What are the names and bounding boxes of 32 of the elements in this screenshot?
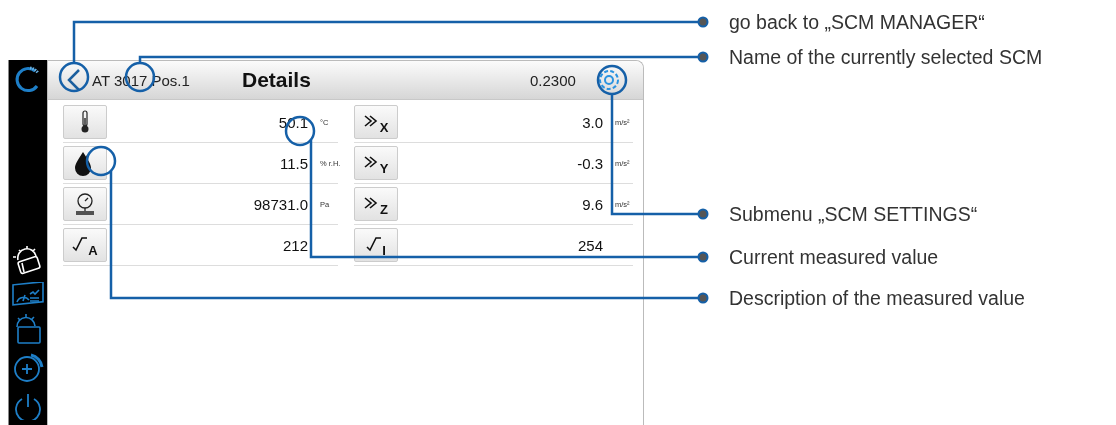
sensor-button[interactable]: Y <box>354 146 398 180</box>
measured-value: 9.6 <box>581 195 603 213</box>
measured-value: 254 <box>576 236 603 254</box>
sensor-button[interactable]: A <box>63 228 107 262</box>
measured-value: -0.3 <box>576 154 603 172</box>
double-chevron-icon <box>363 155 380 171</box>
gear-device-icon[interactable] <box>12 244 44 276</box>
double-chevron-icon <box>364 196 380 212</box>
gauge-chart-icon[interactable] <box>12 282 44 308</box>
pressure-gauge-icon <box>73 192 97 216</box>
add-circle-icon[interactable] <box>12 352 44 384</box>
check-icon <box>72 237 89 253</box>
sensor-button[interactable]: I <box>354 228 398 262</box>
annotation-label: Name of the currently selected SCM <box>729 45 1043 69</box>
screen-title: Details <box>242 68 312 92</box>
sensor-button[interactable]: X <box>354 105 398 139</box>
header-value: 0.2300 <box>530 71 576 89</box>
annotation-label: Description of the measured value <box>729 286 1025 310</box>
sensor-button[interactable] <box>63 187 107 221</box>
double-chevron-icon <box>363 114 380 130</box>
sensor-button[interactable]: Z <box>354 187 398 221</box>
annotation-label: Submenu „SCM SETTINGS“ <box>729 202 978 226</box>
check-icon <box>366 237 383 253</box>
measured-value: 212 <box>281 236 308 254</box>
thermometer-icon <box>79 110 91 134</box>
measured-value: 11.5 <box>278 154 308 172</box>
measured-value: 3.0 <box>581 113 603 131</box>
measured-value: 98731.0 <box>252 195 308 213</box>
sensor-button[interactable] <box>63 146 107 180</box>
sensor-button[interactable] <box>63 105 107 139</box>
annotation-label: Current measured value <box>729 245 939 269</box>
annotation-label: go back to „SCM MANAGER“ <box>729 10 985 34</box>
